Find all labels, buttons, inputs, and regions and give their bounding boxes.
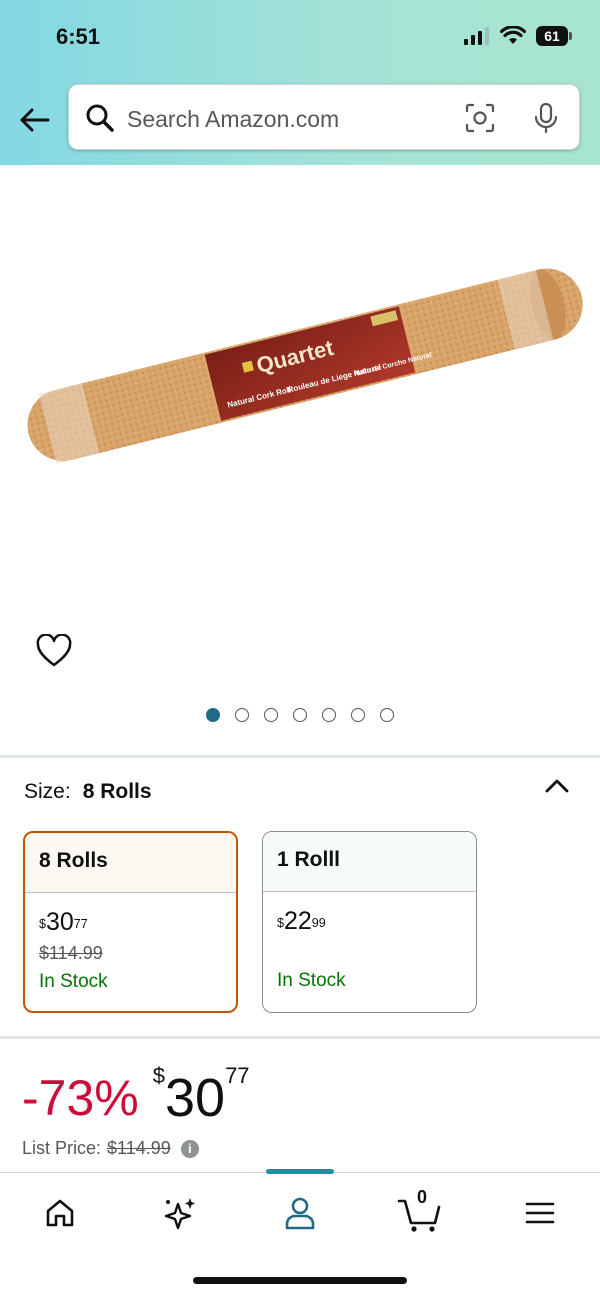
deal-price-row: -73% $3077: [22, 1063, 250, 1128]
size-option-list-price: $114.99: [39, 943, 103, 963]
list-price-label: List Price:: [22, 1138, 102, 1158]
size-option-name: 8 Rolls: [25, 833, 236, 893]
cart-count: 0: [417, 1187, 428, 1207]
size-option-1-roll[interactable]: 1 Rolll $2299 In Stock: [262, 831, 477, 1013]
gallery-dot[interactable]: [264, 708, 278, 722]
size-option-availability: In Stock: [39, 971, 108, 992]
microphone-icon[interactable]: [533, 102, 559, 134]
status-time: 6:51: [56, 24, 101, 49]
heart-icon[interactable]: [36, 634, 72, 668]
back-arrow-icon[interactable]: [16, 102, 52, 138]
gallery-dot[interactable]: [380, 708, 394, 722]
nav-rufus[interactable]: [150, 1191, 210, 1235]
gallery-dot[interactable]: [322, 708, 336, 722]
home-icon: [46, 1199, 74, 1227]
size-option-price: $3077: [39, 908, 88, 936]
battery-icon: 61: [536, 26, 572, 46]
search-placeholder: Search Amazon.com: [127, 106, 340, 132]
gallery-dot[interactable]: [293, 708, 307, 722]
signal-icon: [464, 27, 489, 45]
header: 6:51 61 Search Amazon.com: [0, 0, 600, 165]
home-indicator: [193, 1277, 407, 1284]
nav-menu[interactable]: [510, 1191, 570, 1235]
size-option-price: $2299: [277, 907, 326, 935]
list-price-row: List Price: $114.99 i: [22, 1138, 199, 1159]
image-gallery-dots[interactable]: [206, 708, 394, 722]
size-value: 8 Rolls: [82, 780, 152, 803]
account-icon: [285, 1197, 315, 1230]
nav-account[interactable]: [270, 1191, 330, 1235]
product-image[interactable]: Quartet Natural Cork Roll Rouleau de Lie…: [0, 165, 600, 625]
size-selector-header[interactable]: Size: 8 Rolls: [24, 780, 152, 804]
nav-cart[interactable]: 0: [390, 1187, 450, 1235]
sparkle-icon: [164, 1198, 195, 1230]
size-option-availability: In Stock: [277, 970, 346, 991]
gallery-dot[interactable]: [351, 708, 365, 722]
size-option-name: 1 Rolll: [263, 832, 476, 892]
size-option-8-rolls[interactable]: 8 Rolls $3077 $114.99 In Stock: [23, 831, 238, 1013]
nav-home[interactable]: [30, 1191, 90, 1235]
chevron-up-icon[interactable]: [542, 774, 572, 798]
menu-icon: [525, 1202, 555, 1224]
section-divider: [0, 1036, 600, 1039]
active-tab-indicator: [266, 1169, 334, 1174]
discount-percent: -73%: [22, 1070, 139, 1126]
list-price-value: $114.99: [107, 1138, 171, 1158]
status-icons: 61: [464, 26, 572, 46]
gallery-dot[interactable]: [206, 708, 220, 722]
size-option-list-price: [277, 942, 462, 964]
battery-level: 61: [536, 26, 568, 46]
search-input[interactable]: Search Amazon.com: [68, 84, 580, 150]
search-icon: [86, 104, 114, 132]
camera-scan-icon[interactable]: [465, 103, 495, 133]
size-label: Size:: [24, 780, 71, 803]
wifi-icon: [500, 26, 526, 44]
gallery-dot[interactable]: [235, 708, 249, 722]
section-divider: [0, 755, 600, 758]
info-icon[interactable]: i: [180, 1139, 199, 1158]
deal-price: $3077: [152, 1063, 250, 1128]
